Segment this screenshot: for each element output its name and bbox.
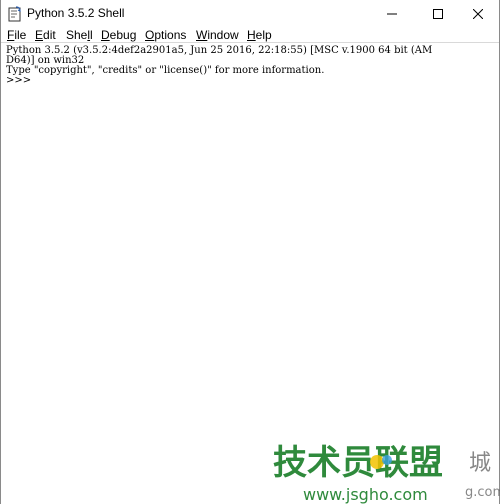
- watermark-extra-site: g.com: [465, 485, 500, 500]
- close-icon: [473, 9, 483, 19]
- watermark-logo: 技术员联盟 城 www.jsgho.com g.com: [273, 443, 500, 504]
- menu-edit[interactable]: Edit: [35, 28, 56, 42]
- python-idle-icon: [8, 6, 21, 22]
- menu-help[interactable]: Help: [247, 28, 272, 42]
- watermark-extra: 城: [469, 451, 491, 476]
- watermark-site: www.jsgho.com: [303, 485, 428, 504]
- menu-file[interactable]: File: [7, 28, 26, 42]
- menu-debug[interactable]: Debug: [101, 28, 136, 42]
- menu-shell[interactable]: Shell: [66, 28, 93, 42]
- watermark-title: 技术员联盟: [273, 443, 443, 483]
- minimize-button[interactable]: [369, 0, 415, 28]
- title-bar[interactable]: Python 3.5.2 Shell: [1, 0, 499, 28]
- maximize-icon: [433, 9, 443, 19]
- window-title: Python 3.5.2 Shell: [27, 6, 125, 20]
- shell-prompt[interactable]: >>>: [6, 76, 432, 86]
- banner-line-3: Type "copyright", "credits" or "license(…: [6, 65, 325, 76]
- menu-options[interactable]: Options: [145, 28, 186, 42]
- menu-bar: File Edit Shell Debug Options Window Hel…: [1, 28, 499, 42]
- menu-window[interactable]: Window: [196, 28, 239, 42]
- minimize-icon: [387, 13, 397, 15]
- close-button[interactable]: [455, 0, 500, 28]
- python-shell-window: Python 3.5.2 Shell File Edit Shell Debug…: [0, 0, 500, 504]
- shell-output: Python 3.5.2 (v3.5.2:4def2a2901a5, Jun 2…: [6, 46, 432, 86]
- shell-text-area[interactable]: Python 3.5.2 (v3.5.2:4def2a2901a5, Jun 2…: [1, 42, 499, 504]
